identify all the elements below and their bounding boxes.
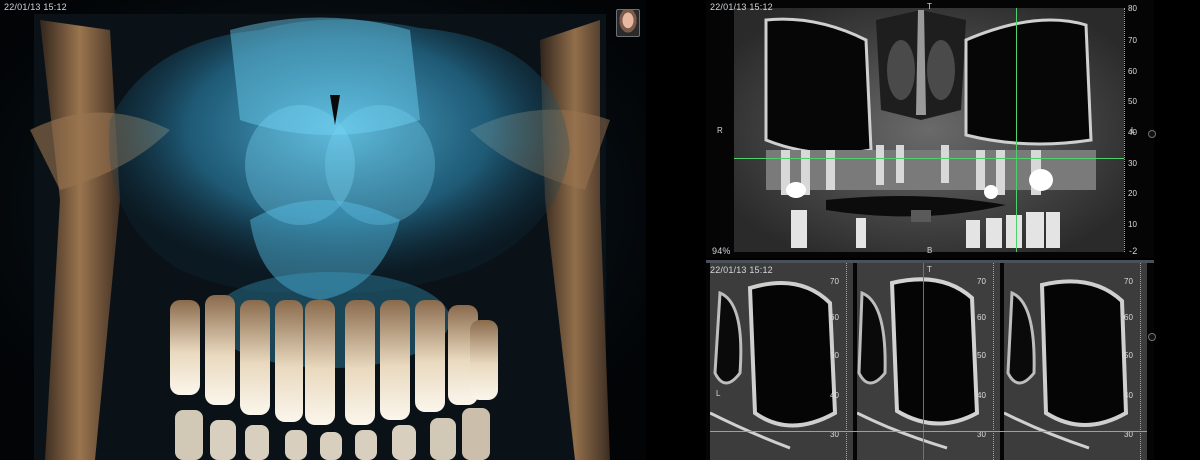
coronal-zoom-level: 94%: [712, 246, 731, 256]
sagittal-orientation-top: T: [927, 265, 932, 274]
coronal-scale-tick: 20: [1128, 189, 1137, 198]
coronal-scale-tick: 70: [1128, 36, 1137, 45]
sagittal-2-tick: 70: [977, 277, 986, 286]
sagittal-3-tick: 50: [1124, 351, 1133, 360]
coronal-scale-tick: 50: [1128, 97, 1137, 106]
coronal-scale-ruler: [1124, 8, 1125, 252]
coronal-expand-handle[interactable]: [1148, 130, 1156, 138]
sagittal-orientation-left: L: [716, 389, 721, 398]
coronal-crosshair-vertical[interactable]: [1016, 8, 1017, 252]
coronal-scale-tick: 60: [1128, 67, 1137, 76]
viewport-separator-vertical: [646, 0, 706, 460]
coronal-orientation-bottom: B: [927, 246, 933, 255]
volume-render-image: [0, 0, 646, 460]
sagittal-2-tick: 60: [977, 313, 986, 322]
sagittal-timestamp: 22/01/13 15:12: [710, 265, 773, 275]
sagittal-1-tick: 50: [830, 351, 839, 360]
coronal-crosshair-horizontal[interactable]: [734, 158, 1124, 159]
sagittal-3-tick: 40: [1124, 391, 1133, 400]
patient-orientation-head-icon[interactable]: [616, 9, 640, 37]
coronal-slice-viewport[interactable]: 80 70 60 50 40 30 20 10 22/01/13 15:12 T…: [706, 0, 1154, 258]
volume-render-timestamp: 22/01/13 15:12: [4, 2, 67, 12]
sagittal-3-tick: 70: [1124, 277, 1133, 286]
coronal-scale-tick: 10: [1128, 220, 1137, 229]
coronal-orientation-top: T: [927, 2, 932, 11]
coronal-slice-image: [734, 8, 1124, 252]
sagittal-1-tick: 60: [830, 313, 839, 322]
coronal-timestamp: 22/01/13 15:12: [710, 2, 773, 12]
coronal-scale-tick: 80: [1128, 4, 1137, 13]
sagittal-3-tick: 60: [1124, 313, 1133, 322]
coronal-orientation-left: R: [717, 126, 723, 135]
coronal-orientation-right: L: [1131, 126, 1136, 135]
sagittal-1-tick: 70: [830, 277, 839, 286]
sagittal-2-tick: 50: [977, 351, 986, 360]
sagittal-crosshair-horizontal[interactable]: [710, 431, 1147, 432]
sagittal-expand-handle[interactable]: [1148, 333, 1156, 341]
coronal-scale-tick: 30: [1128, 159, 1137, 168]
sagittal-2-tick: 40: [977, 391, 986, 400]
coronal-corner-value: -2: [1129, 246, 1138, 256]
volume-render-viewport[interactable]: 22/01/13 15:12: [0, 0, 646, 460]
sagittal-series-viewport[interactable]: 70 60 50 40 30 L 70 60 50 40 30 T 70 60 …: [706, 263, 1154, 460]
sagittal-1-tick: 40: [830, 391, 839, 400]
